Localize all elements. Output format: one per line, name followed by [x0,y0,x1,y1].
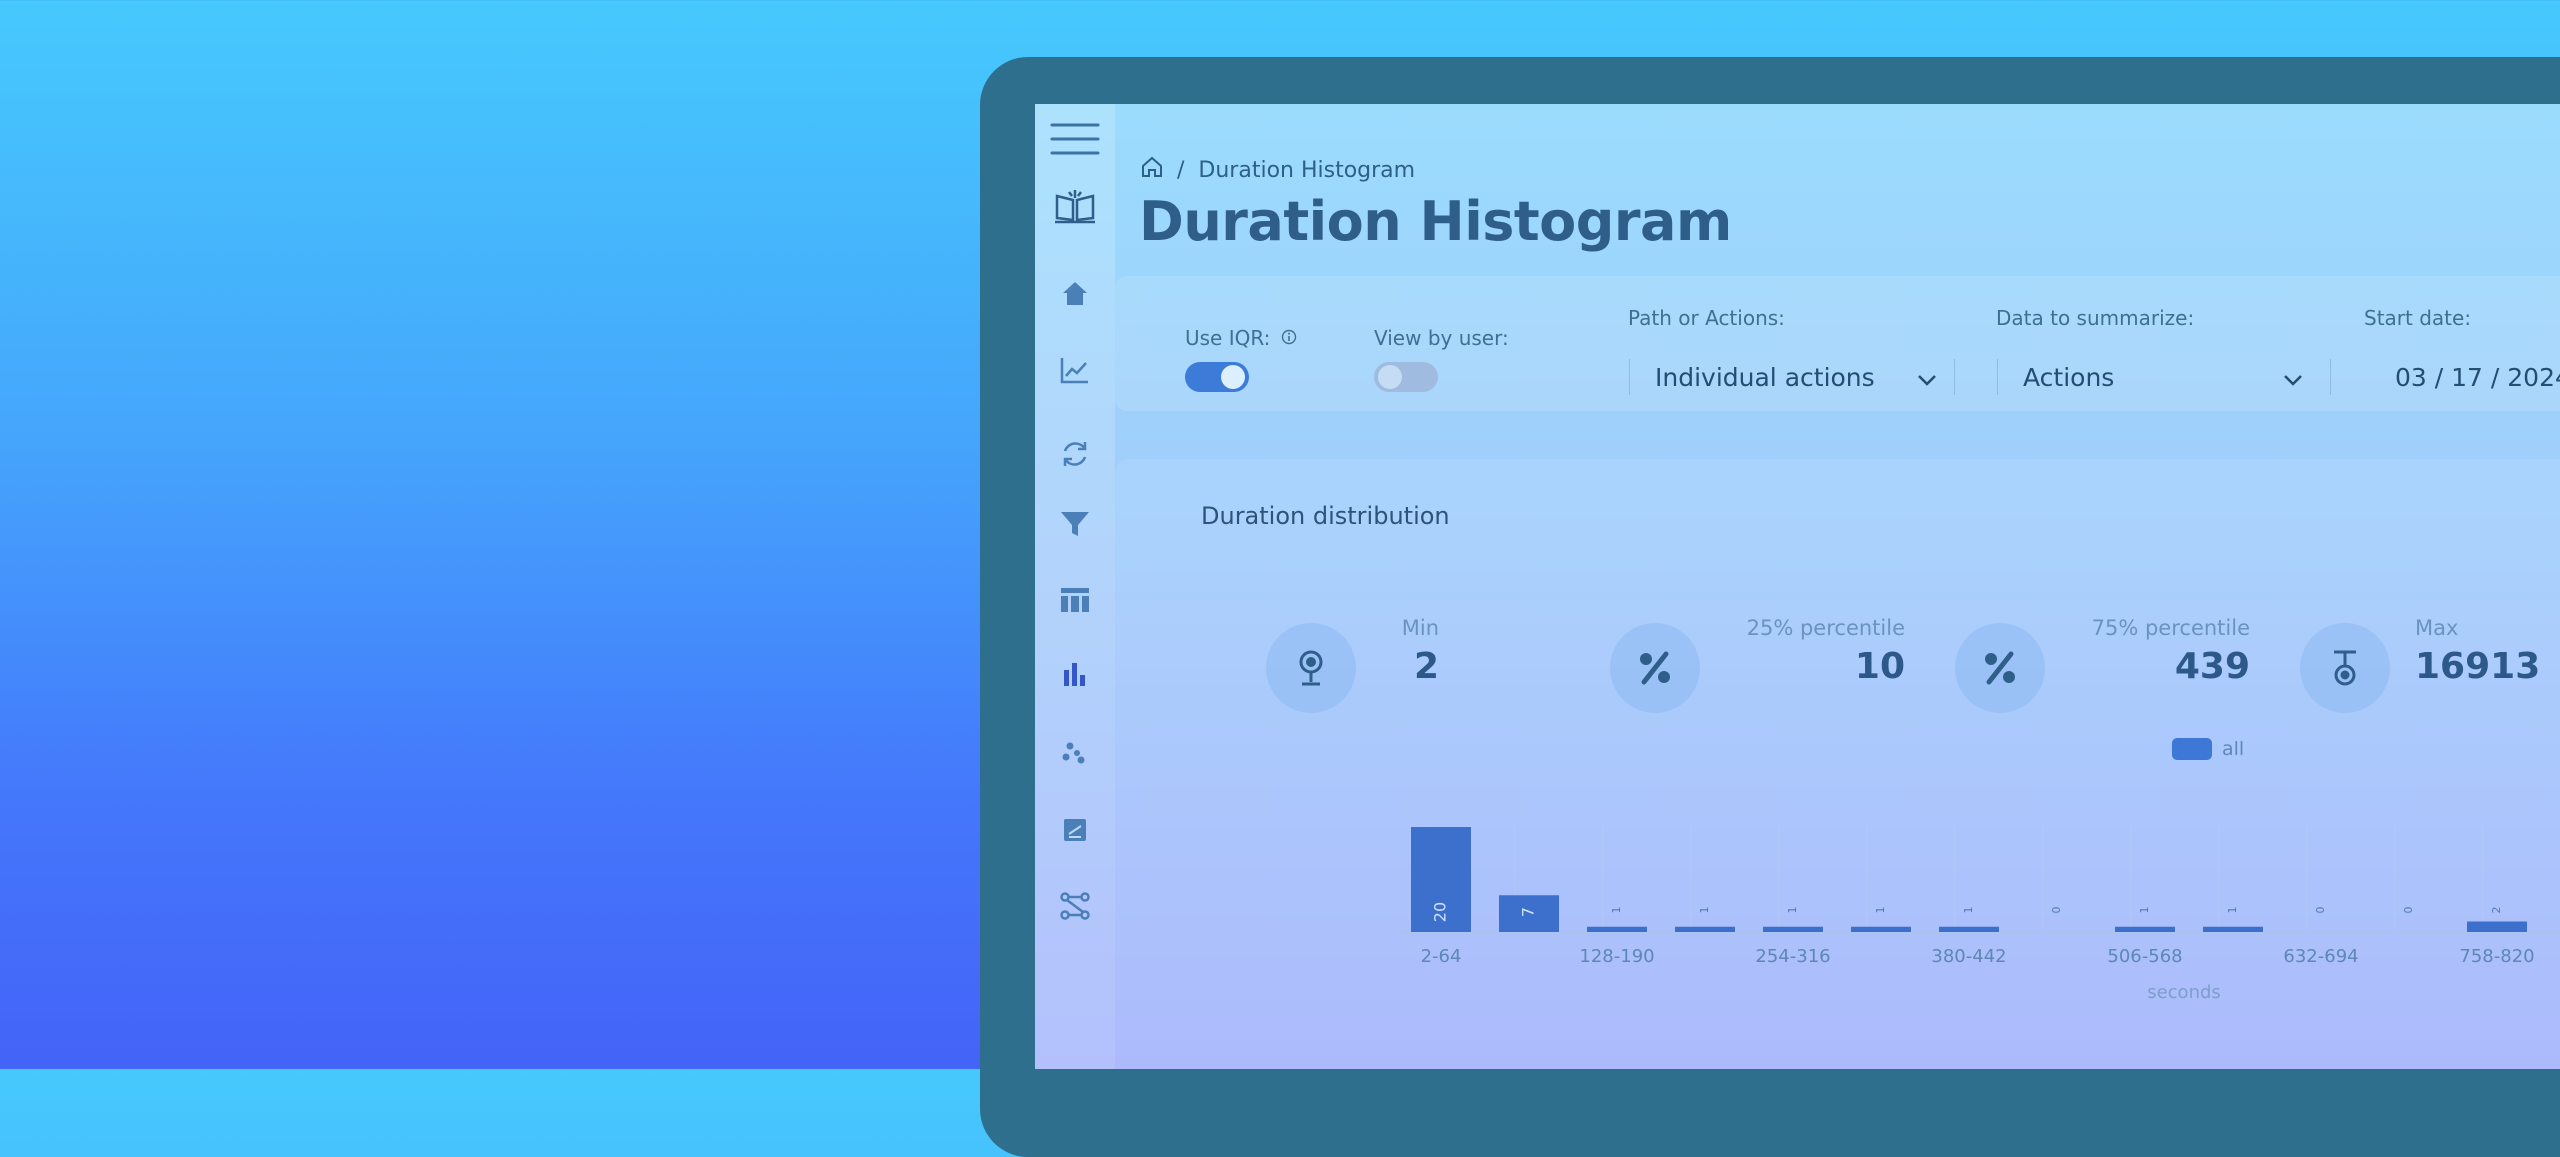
bar-value-label: 1 [2226,907,2239,914]
bar-value-label: 20 [1431,902,1450,922]
histogram-bar[interactable] [2115,926,2175,932]
bar-value-label: 0 [2050,907,2063,914]
histogram-bar[interactable] [2467,921,2527,933]
duration-histogram-chart: 202-647 1128-1901 1254-3161 1380-4420 1506-5… [1397,824,2560,1003]
x-tick-label: 2-64 [1421,946,1462,967]
x-tick-label: 254-316 [1755,946,1830,967]
histogram-bar[interactable] [1939,926,1999,932]
bar-value-label: 1 [1962,907,1975,914]
app-screen: / Duration Histogram Duration Histogram … [1035,104,2560,1069]
bar-value-label: 2 [2490,907,2503,914]
bar-value-label: 1 [1874,907,1887,914]
bar-value-label: 1 [1786,907,1799,914]
histogram-bar[interactable] [1851,926,1911,932]
bar-value-label: 1 [2138,907,2151,914]
histogram-bar[interactable] [1763,926,1823,932]
x-tick-label: 506-568 [2107,946,2182,967]
bar-value-label: 0 [2314,907,2327,914]
histogram-bar[interactable] [2203,926,2263,932]
x-axis-label: seconds [2147,982,2221,1003]
x-tick-label: 758-820 [2459,946,2534,967]
histogram-bar[interactable] [1675,926,1735,932]
bar-value-label: 1 [1610,907,1623,914]
bar-value-label: 0 [2402,907,2415,914]
x-tick-label: 380-442 [1931,946,2006,967]
histogram-bar[interactable] [1587,926,1647,932]
bar-value-label: 1 [1698,907,1711,914]
x-tick-label: 632-694 [2283,946,2358,967]
x-tick-label: 128-190 [1579,946,1654,967]
bar-value-label: 7 [1519,907,1538,917]
